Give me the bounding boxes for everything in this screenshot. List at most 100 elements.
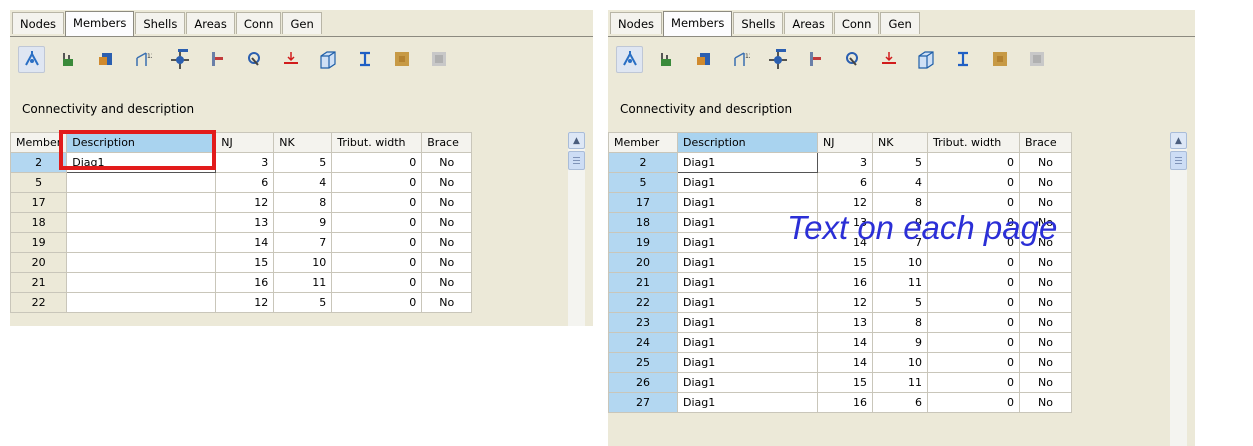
- description-cell[interactable]: [66, 232, 217, 253]
- tribut-width-cell[interactable]: 0: [927, 352, 1020, 373]
- member-orientation-button[interactable]: [801, 46, 828, 73]
- tribut-width-cell[interactable]: 0: [927, 152, 1020, 173]
- member-material-button[interactable]: [986, 46, 1013, 73]
- scroll-thumb[interactable]: [1170, 151, 1187, 170]
- tribut-width-cell[interactable]: 0: [331, 192, 423, 213]
- brace-cell[interactable]: No: [1019, 312, 1072, 333]
- nj-cell[interactable]: 12: [215, 292, 275, 313]
- table-row[interactable]: 5 Diag1 6 4 0 No: [608, 172, 1072, 193]
- description-cell[interactable]: Diag1: [677, 372, 818, 393]
- table-row[interactable]: 20 15 10 0 No: [10, 252, 473, 273]
- member-supports-button[interactable]: [55, 46, 82, 73]
- nk-cell[interactable]: 4: [872, 172, 928, 193]
- nk-cell[interactable]: 11: [872, 372, 928, 393]
- nk-cell[interactable]: 7: [273, 232, 333, 253]
- description-cell[interactable]: Diag1: [677, 252, 818, 273]
- brace-cell[interactable]: No: [1019, 252, 1072, 273]
- description-cell[interactable]: [66, 172, 217, 193]
- member-cell[interactable]: 20: [608, 252, 678, 273]
- member-select-button[interactable]: [18, 45, 45, 73]
- brace-cell[interactable]: No: [1019, 272, 1072, 293]
- member-cell[interactable]: 26: [608, 372, 678, 393]
- nj-cell[interactable]: 3: [215, 152, 275, 173]
- member-design-button[interactable]: [838, 46, 865, 73]
- column-header-tribut-width[interactable]: Tribut. width: [927, 132, 1020, 153]
- member-ibeam-button[interactable]: [351, 46, 378, 73]
- member-cell[interactable]: 25: [608, 352, 678, 373]
- tribut-width-cell[interactable]: 0: [927, 172, 1020, 193]
- column-header-brace[interactable]: Brace: [1019, 132, 1072, 153]
- member-cell[interactable]: 17: [10, 192, 68, 213]
- brace-cell[interactable]: No: [1019, 172, 1072, 193]
- tab-conn[interactable]: Conn: [833, 12, 880, 34]
- nk-cell[interactable]: 5: [872, 292, 928, 313]
- member-loads-button[interactable]: [277, 46, 304, 73]
- tab-nodes[interactable]: Nodes: [12, 12, 65, 34]
- brace-cell[interactable]: No: [1019, 152, 1072, 173]
- nj-cell[interactable]: 16: [215, 272, 275, 293]
- tribut-width-cell[interactable]: 0: [927, 392, 1020, 413]
- tab-areas[interactable]: Areas: [784, 12, 833, 34]
- description-cell[interactable]: Diag1: [677, 172, 818, 193]
- nk-cell[interactable]: 9: [872, 332, 928, 353]
- nk-cell[interactable]: 10: [872, 252, 928, 273]
- nj-cell[interactable]: 15: [215, 252, 275, 273]
- description-cell[interactable]: [66, 192, 217, 213]
- brace-cell[interactable]: No: [421, 172, 473, 193]
- tab-gen[interactable]: Gen: [282, 12, 322, 34]
- member-orientation-button[interactable]: [203, 46, 230, 73]
- table-row[interactable]: 25 Diag1 14 10 0 No: [608, 352, 1072, 373]
- tribut-width-cell[interactable]: 0: [927, 272, 1020, 293]
- table-row[interactable]: 26 Diag1 15 11 0 No: [608, 372, 1072, 393]
- nj-cell[interactable]: 12: [817, 292, 873, 313]
- member-cell[interactable]: 2: [608, 152, 678, 173]
- member-design-button[interactable]: [240, 46, 267, 73]
- description-cell[interactable]: [66, 292, 217, 313]
- tab-members[interactable]: Members: [663, 11, 733, 36]
- tribut-width-cell[interactable]: 0: [927, 252, 1020, 273]
- table-row[interactable]: 21 16 11 0 No: [10, 272, 473, 293]
- scroll-up-button[interactable]: ▲: [1170, 132, 1187, 149]
- member-select-button[interactable]: [616, 45, 643, 73]
- nk-cell[interactable]: 11: [872, 272, 928, 293]
- description-cell[interactable]: Diag1: [677, 392, 818, 413]
- nk-cell[interactable]: 5: [872, 152, 928, 173]
- description-cell[interactable]: Diag1: [677, 152, 818, 173]
- tribut-width-cell[interactable]: 0: [927, 292, 1020, 313]
- nk-cell[interactable]: 4: [273, 172, 333, 193]
- nk-cell[interactable]: 8: [273, 192, 333, 213]
- member-material-button[interactable]: [388, 46, 415, 73]
- brace-cell[interactable]: No: [421, 212, 473, 233]
- tribut-width-cell[interactable]: 0: [331, 172, 423, 193]
- column-header-tribut-width[interactable]: Tribut. width: [331, 132, 423, 153]
- member-cell[interactable]: 5: [10, 172, 68, 193]
- brace-cell[interactable]: No: [1019, 352, 1072, 373]
- nj-cell[interactable]: 14: [215, 232, 275, 253]
- table-row[interactable]: 24 Diag1 14 9 0 No: [608, 332, 1072, 353]
- brace-cell[interactable]: No: [421, 292, 473, 313]
- tab-members[interactable]: Members: [65, 11, 135, 36]
- tribut-width-cell[interactable]: 0: [927, 312, 1020, 333]
- brace-cell[interactable]: No: [1019, 372, 1072, 393]
- table-row[interactable]: 20 Diag1 15 10 0 No: [608, 252, 1072, 273]
- nk-cell[interactable]: 9: [273, 212, 333, 233]
- description-cell[interactable]: [66, 212, 217, 233]
- vertical-scrollbar[interactable]: ▲: [568, 132, 585, 326]
- nk-cell[interactable]: 10: [273, 252, 333, 273]
- brace-cell[interactable]: No: [421, 192, 473, 213]
- nj-cell[interactable]: 14: [817, 352, 873, 373]
- description-cell[interactable]: [66, 272, 217, 293]
- description-cell[interactable]: Diag1: [677, 272, 818, 293]
- table-row[interactable]: 5 6 4 0 No: [10, 172, 473, 193]
- member-supports-button[interactable]: [653, 46, 680, 73]
- member-cell[interactable]: 21: [10, 272, 68, 293]
- member-cell[interactable]: 18: [10, 212, 68, 233]
- member-cell[interactable]: 18: [608, 212, 678, 233]
- tribut-width-cell[interactable]: 0: [331, 152, 423, 173]
- tribut-width-cell[interactable]: 0: [331, 232, 423, 253]
- tribut-width-cell[interactable]: 0: [331, 272, 423, 293]
- member-cell[interactable]: 5: [608, 172, 678, 193]
- tab-nodes[interactable]: Nodes: [610, 12, 663, 34]
- nj-cell[interactable]: 13: [817, 312, 873, 333]
- member-cell[interactable]: 20: [10, 252, 68, 273]
